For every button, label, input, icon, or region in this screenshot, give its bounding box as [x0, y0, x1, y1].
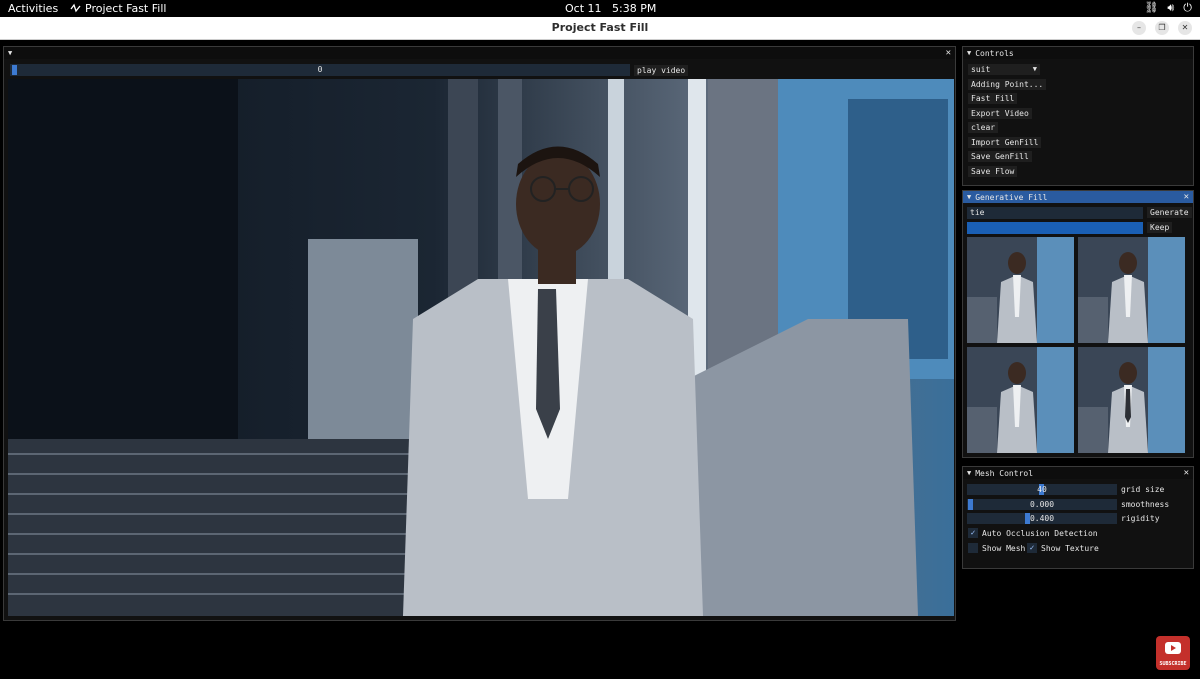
- keep-button[interactable]: Keep: [1147, 222, 1173, 233]
- grid-size-label: grid size: [1121, 485, 1165, 494]
- rigidity-slider[interactable]: 0.400: [967, 513, 1117, 524]
- network-icon: ⛓: [1144, 1, 1159, 14]
- save-genfill-button[interactable]: Save GenFill: [968, 151, 1032, 162]
- generative-fill-titlebar[interactable]: ▼ Generative Fill ✕: [963, 191, 1193, 203]
- close-icon[interactable]: ✕: [1184, 468, 1189, 478]
- prompt-input[interactable]: tie: [967, 207, 1143, 219]
- maximize-button[interactable]: ❐: [1155, 21, 1169, 35]
- auto-occlusion-checkbox[interactable]: ✓: [968, 528, 978, 538]
- window-titlebar: Project Fast Fill – ❐ ✕: [0, 17, 1200, 40]
- clear-button[interactable]: clear: [968, 122, 999, 133]
- import-genfill-button[interactable]: Import GenFill: [968, 137, 1042, 148]
- controls-title: Controls: [975, 48, 1014, 58]
- adding-point-button[interactable]: Adding Point...: [968, 79, 1047, 90]
- play-video-button[interactable]: play video: [634, 65, 689, 76]
- app-menu-label: Project Fast Fill: [85, 2, 167, 15]
- video-frame-image: [8, 79, 954, 616]
- result-thumbnail[interactable]: [967, 237, 1074, 343]
- mesh-control-title: Mesh Control: [975, 468, 1034, 478]
- app-icon: [70, 3, 81, 13]
- collapse-arrow-icon[interactable]: ▼: [967, 469, 971, 477]
- fast-fill-button[interactable]: Fast Fill: [968, 93, 1018, 104]
- generate-button[interactable]: Generate: [1147, 207, 1192, 218]
- minimize-button[interactable]: –: [1132, 21, 1146, 35]
- clock[interactable]: Oct 11 5:38 PM: [565, 2, 656, 15]
- video-window-titlebar: ▼ ✕: [4, 47, 955, 59]
- mask-select-value: suit: [971, 65, 991, 74]
- auto-occlusion-label: Auto Occlusion Detection: [982, 529, 1098, 538]
- result-thumbnail-image: [967, 347, 1074, 453]
- export-video-button[interactable]: Export Video: [968, 108, 1032, 119]
- show-texture-checkbox[interactable]: ✓: [1027, 543, 1037, 553]
- power-icon: ⏻: [1183, 1, 1192, 14]
- result-thumbnail[interactable]: [967, 347, 1074, 453]
- date-label: Oct 11: [565, 2, 602, 15]
- result-thumbnail-image: [967, 237, 1074, 343]
- rigidity-label: rigidity: [1121, 514, 1160, 523]
- app-client-area: ▼ ✕ 0 play video ▼ Controls suit ▼ Addin…: [0, 41, 1200, 679]
- result-thumbnail-image: [1078, 237, 1185, 343]
- system-tray[interactable]: ⛓ 🔊︎ ⏻: [1144, 1, 1192, 15]
- grid-size-slider[interactable]: 40: [967, 484, 1117, 495]
- app-menu[interactable]: Project Fast Fill: [70, 2, 166, 15]
- grid-size-value: 40: [1037, 485, 1047, 494]
- time-label: 5:38 PM: [612, 2, 657, 15]
- close-icon[interactable]: ✕: [1184, 192, 1189, 202]
- collapse-arrow-icon[interactable]: ▼: [8, 49, 12, 57]
- mesh-control-titlebar[interactable]: ▼ Mesh Control ✕: [963, 467, 1193, 479]
- generative-fill-title: Generative Fill: [975, 192, 1048, 202]
- collapse-arrow-icon[interactable]: ▼: [967, 193, 971, 201]
- subscribe-label: SUBSCRIBE: [1159, 661, 1187, 667]
- volume-icon: 🔊︎: [1167, 1, 1175, 14]
- mask-select-dropdown[interactable]: suit ▼: [968, 64, 1040, 75]
- show-texture-label: Show Texture: [1041, 544, 1099, 553]
- activities-button[interactable]: Activities: [8, 2, 58, 15]
- result-thumbnail[interactable]: [1078, 347, 1185, 453]
- smoothness-value: 0.000: [1029, 500, 1055, 509]
- result-thumbnail[interactable]: [1078, 237, 1185, 343]
- controls-titlebar[interactable]: ▼ Controls: [963, 47, 1193, 59]
- show-mesh-label: Show Mesh: [982, 544, 1026, 553]
- close-icon[interactable]: ✕: [946, 48, 951, 58]
- close-window-button[interactable]: ✕: [1178, 21, 1192, 35]
- rigidity-value: 0.400: [1029, 514, 1055, 523]
- mesh-control-window: ▼ Mesh Control ✕ 40 grid size 0.000 smoo…: [962, 466, 1194, 569]
- show-mesh-checkbox[interactable]: [968, 543, 978, 553]
- video-window: ▼ ✕ 0 play video: [3, 46, 956, 621]
- smoothness-label: smoothness: [1121, 500, 1170, 509]
- window-title: Project Fast Fill: [551, 21, 649, 34]
- frame-slider[interactable]: 0: [10, 64, 630, 76]
- smoothness-slider[interactable]: 0.000: [967, 499, 1117, 510]
- controls-window: ▼ Controls suit ▼ Adding Point... Fast F…: [962, 46, 1194, 186]
- result-thumbnail-image: [1078, 347, 1185, 453]
- gnome-top-bar: Activities Project Fast Fill Oct 11 5:38…: [0, 0, 1200, 17]
- video-frame[interactable]: [8, 79, 954, 616]
- subscribe-watermark[interactable]: SUBSCRIBE: [1156, 636, 1190, 670]
- youtube-play-icon: [1165, 642, 1181, 654]
- frame-slider-value: 0: [317, 65, 323, 74]
- chevron-down-icon: ▼: [1032, 65, 1037, 73]
- generation-progress-bar: [967, 222, 1143, 234]
- generative-fill-window: ▼ Generative Fill ✕ tie Generate Keep: [962, 190, 1194, 458]
- save-flow-button[interactable]: Save Flow: [968, 166, 1018, 177]
- collapse-arrow-icon[interactable]: ▼: [967, 49, 971, 57]
